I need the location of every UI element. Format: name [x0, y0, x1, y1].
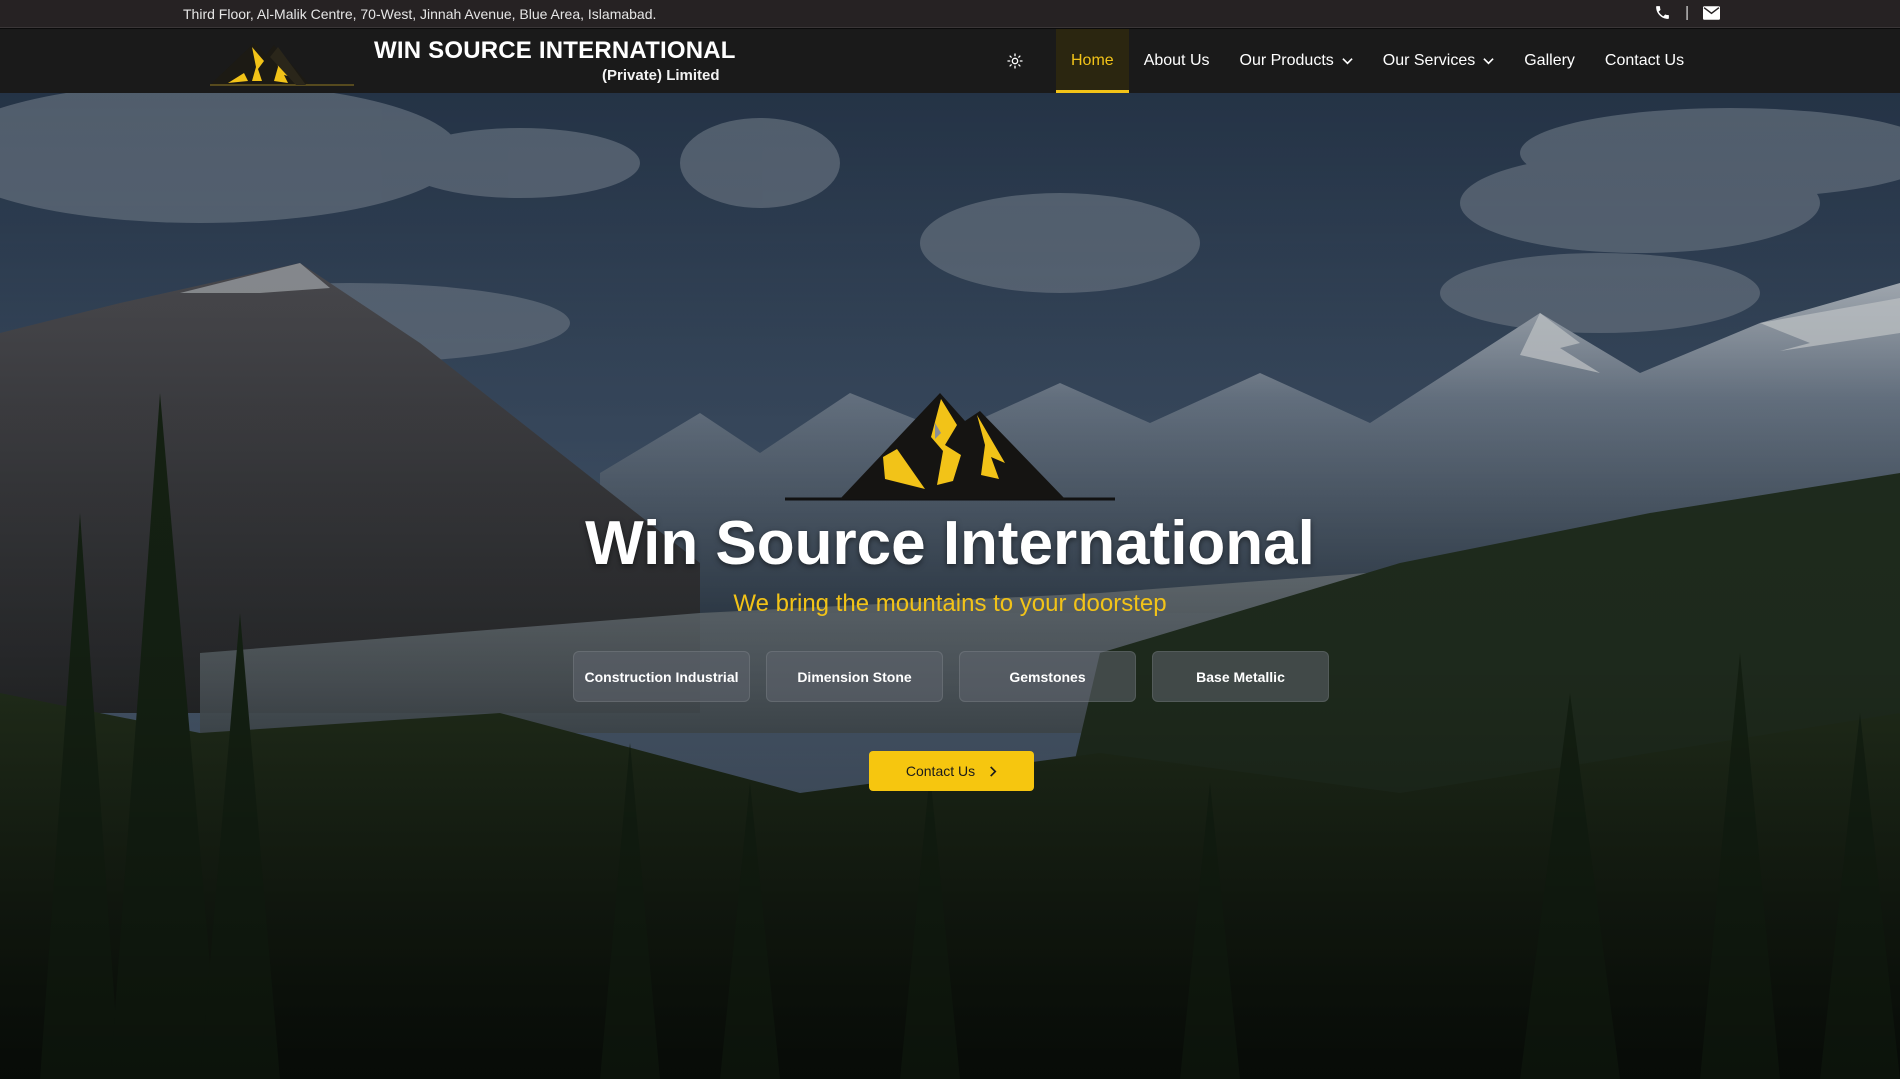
hero-overlay	[0, 93, 1900, 1079]
category-dimension-stone[interactable]: Dimension Stone	[766, 651, 943, 702]
nav-about-us[interactable]: About Us	[1129, 29, 1225, 93]
office-address: Third Floor, Al-Malik Centre, 70-West, J…	[183, 6, 657, 22]
brand-title[interactable]: WIN SOURCE INTERNATIONAL	[374, 37, 736, 65]
contact-us-button[interactable]: Contact Us	[869, 751, 1034, 791]
phone-icon[interactable]	[1654, 4, 1671, 21]
sun-icon[interactable]	[1004, 50, 1026, 72]
chevron-down-icon	[1483, 58, 1494, 65]
nav-contact-us[interactable]: Contact Us	[1590, 29, 1699, 93]
top-contacts: |	[1654, 4, 1720, 21]
nav-our-services[interactable]: Our Services	[1368, 29, 1509, 93]
nav-home[interactable]: Home	[1056, 29, 1129, 93]
category-gemstones[interactable]: Gemstones	[959, 651, 1136, 702]
contacts-separator: |	[1685, 4, 1689, 21]
chevron-down-icon	[1342, 58, 1353, 65]
nav-our-products[interactable]: Our Products	[1225, 29, 1368, 93]
hero-tagline: We bring the mountains to your doorstep	[733, 590, 1167, 617]
nav-our-products-label: Our Products	[1239, 52, 1334, 69]
nav-home-label: Home	[1071, 52, 1114, 69]
hero-title: Win Source International	[585, 509, 1315, 578]
nav-gallery[interactable]: Gallery	[1509, 29, 1590, 93]
main-navbar: WIN SOURCE INTERNATIONAL (Private) Limit…	[0, 29, 1900, 93]
contact-us-button-label: Contact Us	[905, 763, 976, 779]
nav-contact-us-label: Contact Us	[1604, 52, 1685, 69]
chevron-right-icon	[990, 765, 997, 777]
category-base-metallic[interactable]: Base Metallic	[1152, 651, 1329, 702]
nav-gallery-label: Gallery	[1524, 52, 1575, 69]
product-categories: Construction Industrial Dimension Stone …	[573, 651, 1329, 702]
top-info-bar: Third Floor, Al-Malik Centre, 70-West, J…	[0, 0, 1900, 28]
hero-mountain-logo	[785, 393, 1115, 501]
envelope-icon[interactable]	[1703, 5, 1720, 20]
nav-about-us-label: About Us	[1143, 52, 1210, 69]
category-construction-industrial[interactable]: Construction Industrial	[573, 651, 750, 702]
hero-section: Win Source International We bring the mo…	[0, 93, 1900, 1079]
brand-logo[interactable]	[208, 33, 356, 89]
nav-our-services-label: Our Services	[1382, 52, 1476, 69]
nav-menu: Home About Us Our Products Our Services …	[1004, 29, 1699, 93]
brand-subtitle: (Private) Limited	[602, 67, 720, 84]
